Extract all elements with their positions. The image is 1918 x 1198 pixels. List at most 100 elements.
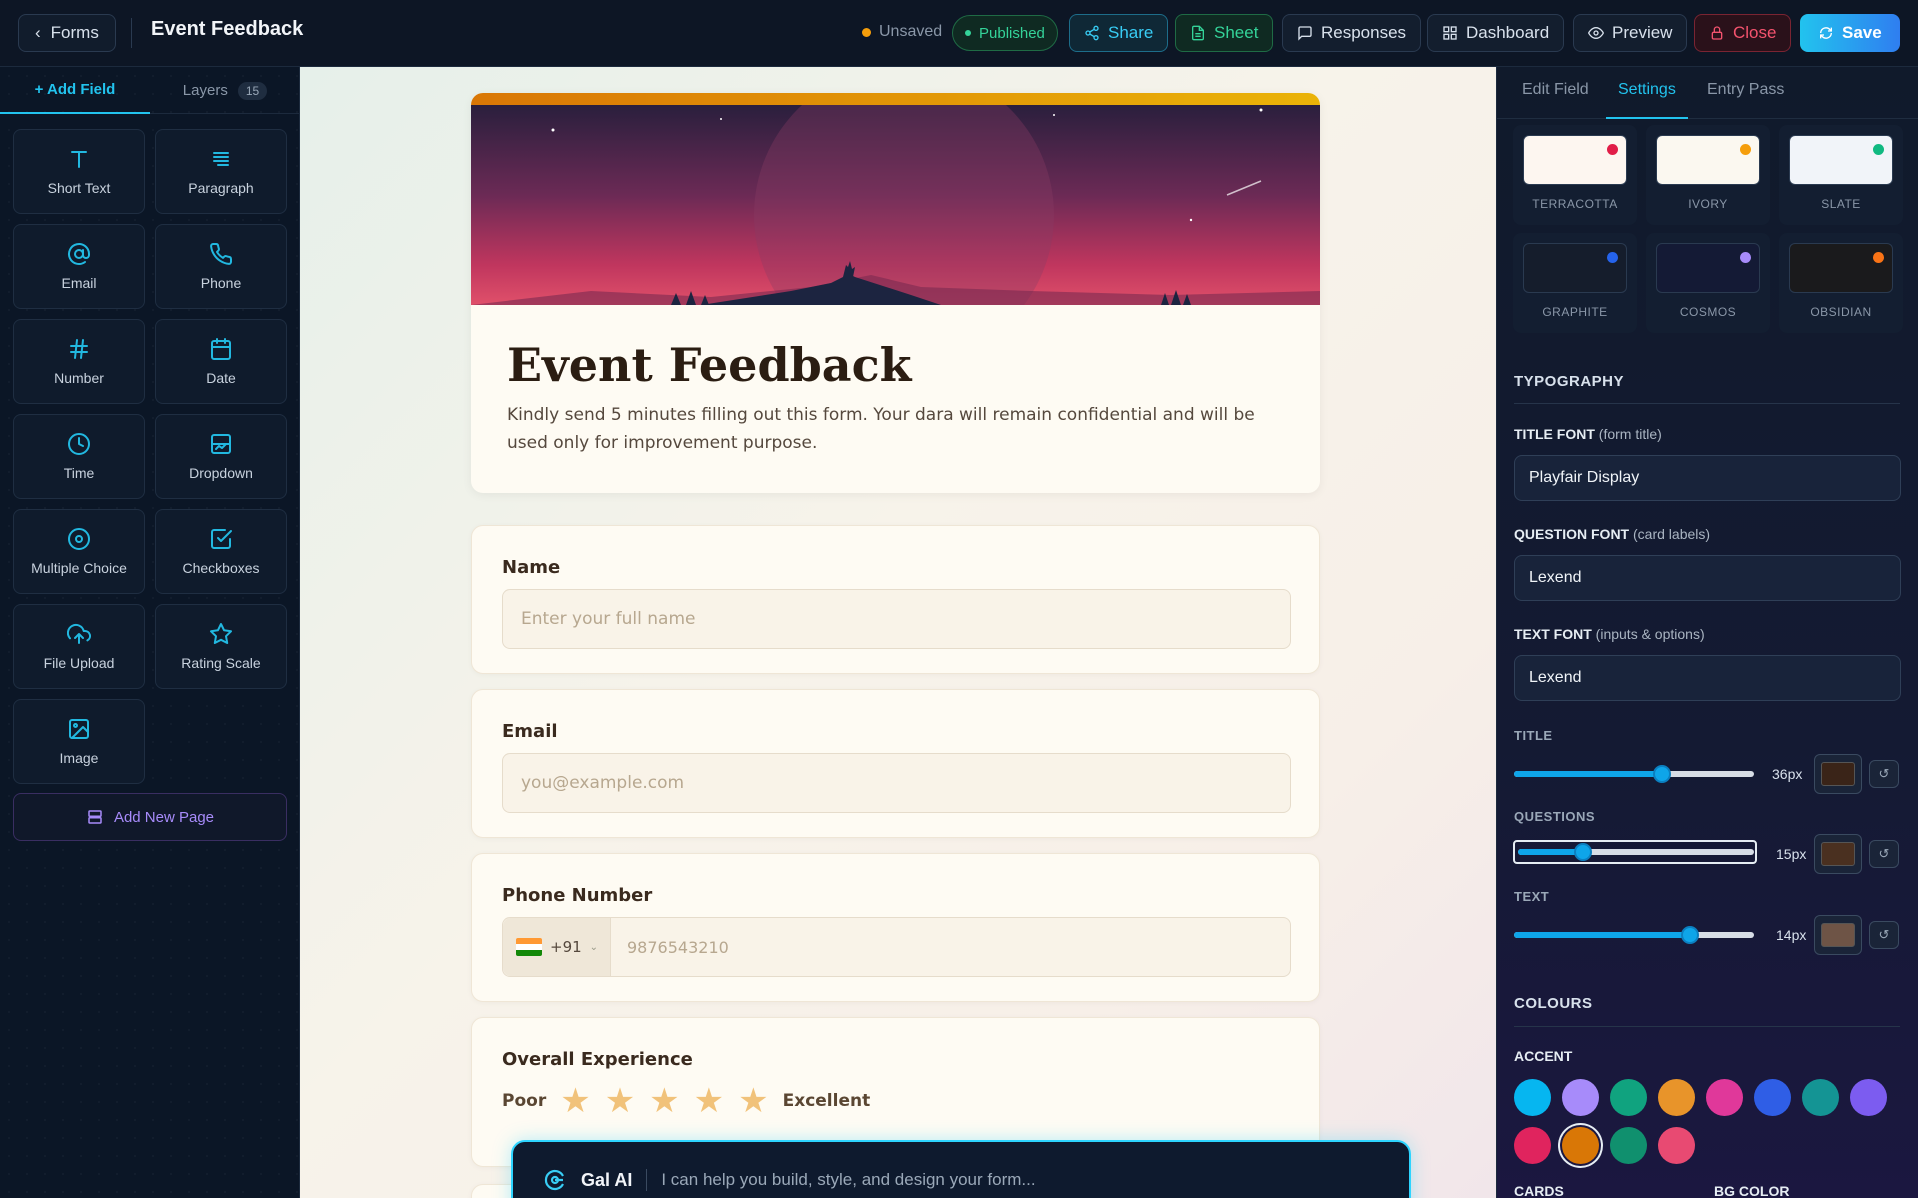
accent-label: ACCENT (1514, 1048, 1573, 1064)
published-badge: Published (952, 15, 1058, 51)
field-short-text[interactable]: Short Text (13, 129, 145, 214)
questions-color-picker[interactable] (1814, 834, 1862, 874)
accent-swatch[interactable] (1658, 1079, 1695, 1116)
theme-cosmos[interactable]: COSMOS (1646, 233, 1770, 333)
questions-size-slider[interactable] (1518, 843, 1754, 861)
star-4-icon[interactable]: ★ (694, 1084, 724, 1118)
title-size-label: TITLE (1514, 728, 1553, 743)
field-file-upload[interactable]: File Upload (13, 604, 145, 689)
title-size-slider[interactable] (1514, 765, 1754, 783)
reset-icon[interactable]: ↺ (1869, 760, 1899, 788)
field-email[interactable]: Email (13, 224, 145, 309)
slider-knob[interactable] (1681, 926, 1699, 944)
question-card-name[interactable]: Name Enter your full name (471, 525, 1320, 674)
accent-swatch-selected[interactable] (1562, 1127, 1599, 1164)
name-input[interactable]: Enter your full name (502, 589, 1291, 649)
save-button[interactable]: Save (1800, 14, 1900, 52)
reset-icon[interactable]: ↺ (1869, 840, 1899, 868)
star-5-icon[interactable]: ★ (738, 1084, 768, 1118)
name-placeholder: Enter your full name (521, 609, 696, 629)
ai-assistant-bar[interactable]: Gal AI I can help you build, style, and … (511, 1140, 1411, 1198)
theme-dot-icon (1740, 252, 1751, 263)
theme-terracotta[interactable]: TERRACOTTA (1513, 125, 1637, 225)
unsaved-status: Unsaved (862, 23, 942, 41)
checkbox-icon (211, 529, 232, 549)
settings-tabs: Edit Field Settings Entry Pass (1497, 67, 1918, 119)
star-2-icon[interactable]: ★ (605, 1084, 635, 1118)
theme-graphite[interactable]: GRAPHITE (1513, 233, 1637, 333)
text-font-select[interactable]: Lexend (1514, 655, 1901, 701)
accent-swatch[interactable] (1610, 1079, 1647, 1116)
title-font-select[interactable]: Playfair Display (1514, 455, 1901, 501)
theme-name: OBSIDIAN (1810, 305, 1872, 319)
accent-swatch[interactable] (1850, 1079, 1887, 1116)
question-card-email[interactable]: Email you@example.com (471, 689, 1320, 838)
add-new-page-button[interactable]: Add New Page (13, 793, 287, 841)
star-icon (210, 623, 232, 644)
theme-obsidian[interactable]: OBSIDIAN (1779, 233, 1903, 333)
accent-swatch[interactable] (1562, 1079, 1599, 1116)
text-color-picker[interactable] (1814, 915, 1862, 955)
theme-ivory[interactable]: IVORY (1646, 125, 1770, 225)
slider-knob[interactable] (1653, 765, 1671, 783)
share-button[interactable]: Share (1069, 14, 1169, 52)
responses-label: Responses (1321, 23, 1407, 42)
field-label: Dropdown (189, 465, 253, 481)
accent-swatch[interactable] (1610, 1127, 1647, 1164)
field-image[interactable]: Image (13, 699, 145, 784)
form-heading[interactable]: Event Feedback (507, 338, 911, 392)
color-swatch (1821, 923, 1855, 947)
country-code-select[interactable]: +91 ⌄ (503, 918, 611, 976)
field-dropdown[interactable]: Dropdown (155, 414, 287, 499)
responses-button[interactable]: Responses (1282, 14, 1422, 52)
tab-settings[interactable]: Settings (1606, 79, 1688, 119)
accent-swatch[interactable] (1706, 1079, 1743, 1116)
sheet-button[interactable]: Sheet (1175, 14, 1274, 52)
question-card-phone[interactable]: Phone Number +91 ⌄ 9876543210 (471, 853, 1320, 1002)
star-1-icon[interactable]: ★ (560, 1084, 590, 1118)
field-date[interactable]: Date (155, 319, 287, 404)
theme-dot-icon (1873, 144, 1884, 155)
ai-prompt-input[interactable]: I can help you build, style, and design … (661, 1170, 1035, 1190)
theme-name: COSMOS (1679, 305, 1737, 319)
published-dot-icon (965, 30, 971, 36)
dashboard-button[interactable]: Dashboard (1427, 14, 1565, 52)
theme-slate[interactable]: SLATE (1779, 125, 1903, 225)
field-multiple-choice[interactable]: Multiple Choice (13, 509, 145, 594)
field-time[interactable]: Time (13, 414, 145, 499)
field-phone[interactable]: Phone (155, 224, 287, 309)
title-color-picker[interactable] (1814, 754, 1862, 794)
question-label: Phone Number (502, 885, 653, 906)
tab-edit-field[interactable]: Edit Field (1522, 79, 1589, 119)
accent-swatch[interactable] (1802, 1079, 1839, 1116)
cloud-upload-icon (67, 623, 91, 644)
tab-entry-pass[interactable]: Entry Pass (1707, 79, 1784, 119)
field-paragraph[interactable]: Paragraph (155, 129, 287, 214)
accent-swatch[interactable] (1514, 1127, 1551, 1164)
theme-grid: TERRACOTTA IVORY SLATE GRAPHITE COSMOS O… (1513, 125, 1903, 333)
slider-knob[interactable] (1574, 843, 1592, 861)
reset-icon[interactable]: ↺ (1869, 921, 1899, 949)
india-flag-icon (516, 938, 542, 956)
back-to-forms-button[interactable]: ‹ Forms (18, 14, 116, 52)
message-icon (1298, 26, 1312, 41)
question-font-select[interactable]: Lexend (1514, 555, 1901, 601)
accent-swatch[interactable] (1658, 1127, 1695, 1164)
tab-add-field[interactable]: + Add Field (0, 67, 150, 114)
field-checkboxes[interactable]: Checkboxes (155, 509, 287, 594)
field-number[interactable]: Number (13, 319, 145, 404)
tab-layers[interactable]: Layers 15 (150, 67, 300, 114)
layers-label: Layers (182, 82, 228, 99)
star-3-icon[interactable]: ★ (649, 1084, 679, 1118)
close-button[interactable]: Close (1694, 14, 1792, 52)
accent-swatch[interactable] (1514, 1079, 1551, 1116)
preview-button[interactable]: Preview (1573, 14, 1688, 52)
at-sign-icon (68, 243, 90, 265)
form-description[interactable]: Kindly send 5 minutes filling out this f… (507, 401, 1287, 457)
field-rating-scale[interactable]: Rating Scale (155, 604, 287, 689)
theme-name: SLATE (1821, 197, 1861, 211)
text-size-slider[interactable] (1514, 926, 1754, 944)
phone-input[interactable]: 9876543210 (611, 918, 729, 976)
email-input[interactable]: you@example.com (502, 753, 1291, 813)
accent-swatch[interactable] (1754, 1079, 1791, 1116)
